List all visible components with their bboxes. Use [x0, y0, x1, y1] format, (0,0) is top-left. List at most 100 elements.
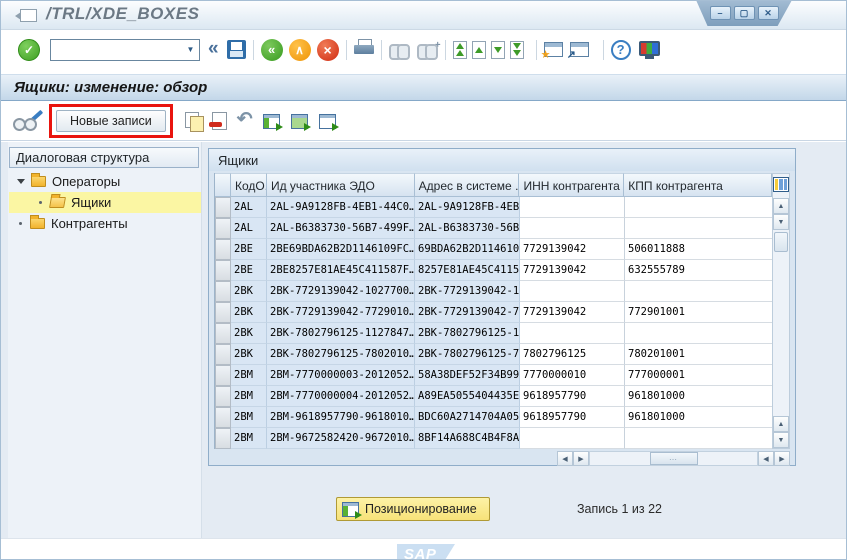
- expander-icon[interactable]: [17, 179, 25, 184]
- delete-row-icon[interactable]: [212, 112, 227, 130]
- table-cell[interactable]: 2BM-7770000004-2012052…: [267, 386, 415, 407]
- help-icon[interactable]: ?: [611, 40, 631, 60]
- table-cell[interactable]: 777000001: [625, 365, 773, 386]
- table-cell[interactable]: 2BM: [231, 407, 267, 428]
- scrollbar-thumb[interactable]: [774, 232, 788, 252]
- scroll-up-icon[interactable]: ▲: [773, 198, 789, 214]
- close-button[interactable]: ✕: [758, 6, 779, 20]
- table-cell[interactable]: 2AL: [231, 218, 267, 239]
- vertical-scrollbar[interactable]: ▲ ▼ ▲ ▼: [772, 173, 790, 449]
- table-cell[interactable]: 7802796125: [520, 344, 625, 365]
- scrollbar-track[interactable]: [773, 254, 789, 416]
- minimize-button[interactable]: –: [710, 6, 731, 20]
- scroll-down-icon[interactable]: ▼: [773, 214, 789, 230]
- table-cell[interactable]: 9618957790: [520, 407, 625, 428]
- table-cell[interactable]: 2BK-7802796125-7…: [415, 344, 520, 365]
- table-cell[interactable]: 8257E81AE45C4115…: [415, 260, 520, 281]
- tree-item-2[interactable]: Ящики: [9, 192, 201, 213]
- table-cell[interactable]: 2BK-7729139042-1…: [415, 281, 520, 302]
- scroll-down-icon[interactable]: ▼: [773, 432, 789, 448]
- horizontal-scrollbar[interactable]: ◀ ▶ ⋯ ◀ ▶: [557, 451, 790, 466]
- column-header[interactable]: Адрес в системе ...: [415, 173, 520, 197]
- table-cell[interactable]: 2BK-7729139042-1027700…: [267, 281, 415, 302]
- print-icon[interactable]: [354, 42, 374, 59]
- scroll-left-icon[interactable]: ◀: [557, 451, 573, 466]
- column-header[interactable]: Ид участника ЭДО: [267, 173, 415, 197]
- find-icon[interactable]: [389, 44, 410, 58]
- column-header[interactable]: КПП контрагента: [624, 173, 772, 197]
- enter-icon[interactable]: ✓: [18, 39, 40, 61]
- position-button[interactable]: Позиционирование: [336, 497, 490, 521]
- row-selector[interactable]: [215, 344, 231, 365]
- table-cell[interactable]: A89EA5055404435E…: [415, 386, 520, 407]
- row-selector[interactable]: [215, 407, 231, 428]
- table-cell[interactable]: 2BE8257E81AE45C411587F…: [267, 260, 415, 281]
- table-cell[interactable]: 2BK-7802796125-7802010…: [267, 344, 415, 365]
- table-cell[interactable]: 58A38DEF52F34B99…: [415, 365, 520, 386]
- table-cell[interactable]: 961801000: [625, 407, 773, 428]
- page-down-icon[interactable]: [491, 41, 505, 59]
- table-cell[interactable]: 632555789: [625, 260, 773, 281]
- row-selector[interactable]: [215, 386, 231, 407]
- find-next-icon[interactable]: +: [417, 44, 438, 58]
- column-header[interactable]: ИНН контрагента: [519, 173, 624, 197]
- table-cell[interactable]: 780201001: [625, 344, 773, 365]
- deselect-all-icon[interactable]: [319, 114, 336, 129]
- row-selector[interactable]: [215, 197, 231, 218]
- table-cell[interactable]: 2AL-9A9128FB-4EB1-44C0…: [267, 197, 415, 218]
- chevron-down-icon[interactable]: ▼: [182, 40, 199, 60]
- table-cell[interactable]: 2BM: [231, 428, 267, 449]
- table-cell[interactable]: 2BK: [231, 344, 267, 365]
- table-cell[interactable]: [520, 197, 625, 218]
- save-icon[interactable]: [227, 40, 246, 59]
- table-cell[interactable]: [520, 218, 625, 239]
- row-selector[interactable]: [215, 239, 231, 260]
- select-block-icon[interactable]: [291, 114, 308, 129]
- table-cell[interactable]: 2AL: [231, 197, 267, 218]
- exit-icon[interactable]: ∧: [289, 39, 311, 61]
- table-cell[interactable]: [625, 197, 773, 218]
- exit-door-icon[interactable]: [20, 9, 37, 22]
- table-cell[interactable]: 2BM-9618957790-9618010…: [267, 407, 415, 428]
- select-all-icon[interactable]: [263, 114, 280, 129]
- table-cell[interactable]: 2BK: [231, 302, 267, 323]
- display-change-icon[interactable]: [13, 110, 43, 132]
- tree-item-3[interactable]: Контрагенты: [9, 213, 201, 234]
- column-header[interactable]: КодО...: [231, 173, 267, 197]
- table-cell[interactable]: 2BK: [231, 323, 267, 344]
- table-cell[interactable]: 772901001: [625, 302, 773, 323]
- table-cell[interactable]: 2BK-7729139042-7729010…: [267, 302, 415, 323]
- table-cell[interactable]: [625, 323, 773, 344]
- new-session-icon[interactable]: ★: [544, 42, 563, 57]
- table-cell[interactable]: [520, 281, 625, 302]
- cancel-icon[interactable]: ×: [317, 39, 339, 61]
- row-selector[interactable]: [215, 260, 231, 281]
- table-cell[interactable]: 2AL-9A9128FB-4EB…: [415, 197, 520, 218]
- table-cell[interactable]: [625, 281, 773, 302]
- table-cell[interactable]: 2BK-7729139042-7…: [415, 302, 520, 323]
- scroll-up-icon[interactable]: ▲: [773, 416, 789, 432]
- row-selector[interactable]: [215, 218, 231, 239]
- table-cell[interactable]: 2BE69BDA62B2D1146109FC…: [267, 239, 415, 260]
- scrollbar-thumb[interactable]: ⋯: [650, 452, 698, 465]
- maximize-button[interactable]: ▢: [734, 6, 755, 20]
- row-selector[interactable]: [215, 323, 231, 344]
- gui-settings-icon[interactable]: [639, 41, 660, 56]
- select-all-header[interactable]: [215, 173, 231, 197]
- row-selector[interactable]: [215, 302, 231, 323]
- tree-item-1[interactable]: Операторы: [9, 171, 201, 192]
- table-cell[interactable]: 2BM: [231, 386, 267, 407]
- table-cell[interactable]: [520, 428, 625, 449]
- command-field[interactable]: [51, 41, 182, 59]
- first-page-icon[interactable]: [453, 41, 467, 59]
- table-cell[interactable]: 2BM: [231, 365, 267, 386]
- table-settings-icon[interactable]: [773, 177, 789, 192]
- table-cell[interactable]: 2BK-7802796125-1…: [415, 323, 520, 344]
- table-cell[interactable]: 7729139042: [520, 302, 625, 323]
- table-cell[interactable]: 7770000010: [520, 365, 625, 386]
- table-cell[interactable]: 2BM-9672582420-9672010…: [267, 428, 415, 449]
- table-cell[interactable]: 7729139042: [520, 239, 625, 260]
- scroll-right-icon[interactable]: ▶: [573, 451, 589, 466]
- table-cell[interactable]: 7729139042: [520, 260, 625, 281]
- copy-icon[interactable]: [185, 112, 204, 131]
